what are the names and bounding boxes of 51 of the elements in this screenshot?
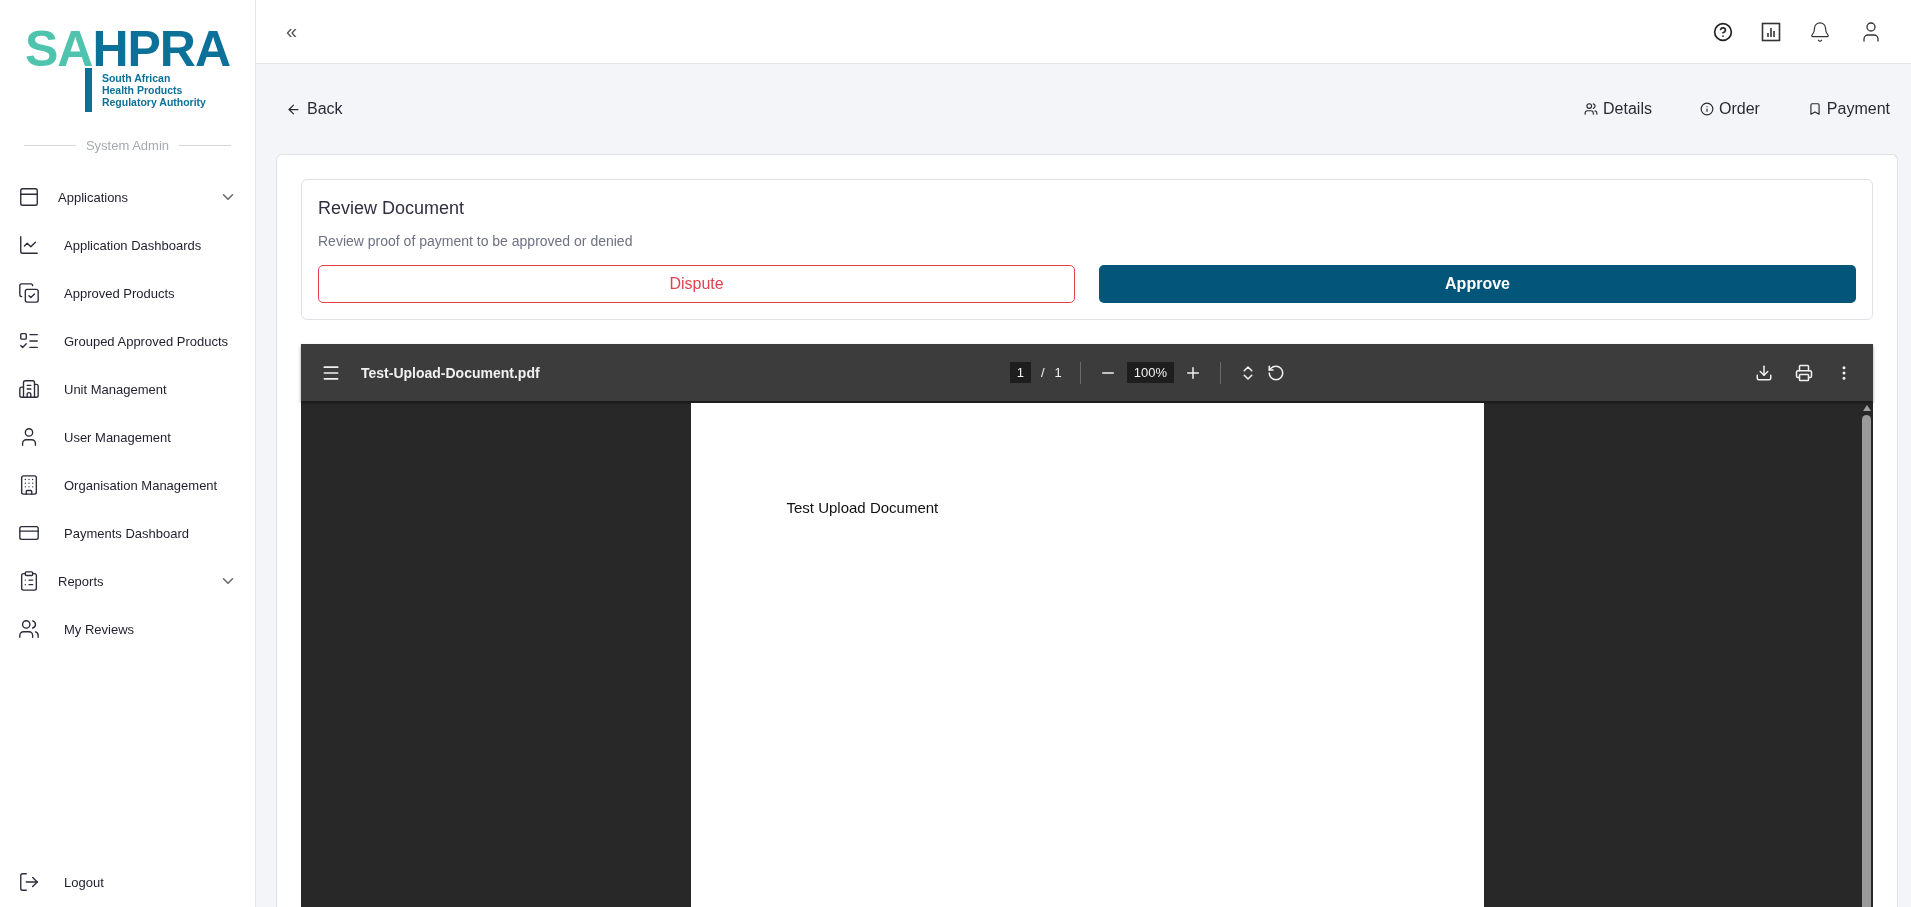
help-icon[interactable]: [1713, 21, 1733, 42]
bookmark-icon: [1807, 102, 1822, 116]
page-number-field[interactable]: 1: [1009, 362, 1031, 383]
window-icon: [18, 186, 40, 208]
info-icon: [1699, 102, 1714, 116]
page-separator: /: [1040, 365, 1045, 380]
users-icon: [18, 618, 40, 640]
bell-icon[interactable]: [1809, 20, 1831, 43]
collapse-button[interactable]: «: [286, 20, 298, 43]
menu-item[interactable]: My Reviews: [0, 605, 255, 653]
clipboard-icon: [18, 570, 40, 592]
building-icon: [18, 474, 40, 496]
dispute-button[interactable]: Dispute: [318, 265, 1075, 303]
menu-group[interactable]: Applications: [0, 173, 255, 221]
logo-wordmark: SA: [24, 28, 93, 70]
back-button[interactable]: Back: [286, 100, 343, 118]
role-label: System Admin: [85, 138, 170, 153]
logo-tagline: Regulatory Authority: [101, 96, 206, 108]
review-subtitle: Review proof of payment to be approved or denied: [318, 233, 634, 249]
bar-chart-icon[interactable]: [1761, 21, 1781, 42]
rotate-icon[interactable]: [1267, 363, 1285, 382]
zoom-field[interactable]: 100%: [1126, 362, 1174, 383]
review-title: Review Document: [318, 198, 466, 219]
menu-item[interactable]: Approved Products: [0, 269, 255, 317]
buildings-icon: [18, 378, 40, 400]
approve-button[interactable]: Approve: [1099, 265, 1856, 303]
logo-tagline: South African: [101, 72, 172, 84]
menu-item[interactable]: User Management: [0, 413, 255, 461]
download-icon[interactable]: [1755, 363, 1773, 382]
menu-item[interactable]: Unit Management: [0, 365, 255, 413]
nav-tab[interactable]: Order: [1699, 100, 1760, 118]
page-count: 1: [1054, 365, 1062, 380]
menu-item[interactable]: Grouped Approved Products: [0, 317, 255, 365]
users-icon: [1584, 102, 1599, 116]
page-text: Test Upload Document: [786, 499, 939, 516]
menu-group[interactable]: Reports: [0, 557, 255, 605]
menu-item[interactable]: Application Dashboards: [0, 221, 255, 269]
logout-icon: [18, 871, 40, 893]
menu-item[interactable]: Payments Dashboard: [0, 509, 255, 557]
logo-bar: [84, 68, 92, 112]
scrollbar[interactable]: [1862, 405, 1871, 907]
menu-item[interactable]: Organisation Management: [0, 461, 255, 509]
logo-wordmark: HPRA: [92, 28, 231, 70]
print-icon[interactable]: [1795, 363, 1813, 382]
line-chart-icon: [18, 234, 40, 256]
checked-copy-icon: [18, 282, 40, 304]
file-name: Test-Upload-Document.pdf: [361, 364, 540, 381]
nav-tab[interactable]: Details: [1584, 100, 1652, 118]
logo-tagline: Health Products: [101, 84, 184, 96]
logout-item[interactable]: Logout: [0, 871, 255, 907]
nav-tab[interactable]: Payment: [1807, 100, 1890, 118]
